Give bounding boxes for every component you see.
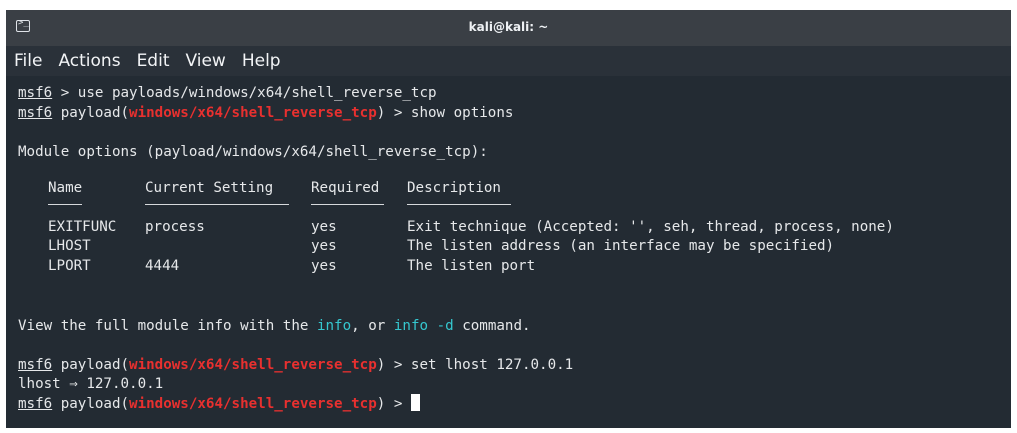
header-rule [311,204,384,205]
option-name: LPORT [48,258,91,274]
menu-actions[interactable]: Actions [58,51,120,71]
lhost-result: lhost ⇒ 127.0.0.1 [18,376,164,392]
option-description: Exit technique (Accepted: '', seh, threa… [407,219,894,235]
header-rule [145,204,289,205]
payload-name: windows/x64/shell_reverse_tcp [129,105,377,121]
msf-prompt: msf6 [18,396,53,412]
payload-name: windows/x64/shell_reverse_tcp [129,396,377,412]
payload-prefix: payload( [52,396,130,412]
option-required: yes [311,238,337,254]
terminal-window: >_ kali@kali: ~ File Actions Edit View H… [6,10,1011,428]
menu-bar: File Actions Edit View Help [6,46,1011,76]
option-required: yes [311,258,337,274]
option-name: LHOST [48,238,91,254]
option-required: yes [311,219,337,235]
info-command: info [316,318,352,334]
header-description: Description [407,180,501,196]
info-text: View the full module info with the [18,318,317,334]
msf-prompt: msf6 [18,85,53,101]
command-line-3: msf6 payload(windows/x64/shell_reverse_t… [18,355,573,375]
module-options-heading: Module options (payload/windows/x64/shel… [18,144,488,160]
command-text: ) > set lhost 127.0.0.1 [376,357,574,373]
info-d-command: info -d [393,318,454,334]
option-description: The listen address (an interface may be … [407,238,835,254]
header-required: Required [311,180,380,196]
option-setting: process [145,219,205,235]
command-text: > use payloads/windows/x64/shell_reverse… [52,85,437,101]
command-line-1: msf6 > use payloads/windows/x64/shell_re… [18,83,437,103]
msf-prompt: msf6 [18,105,53,121]
header-current-setting: Current Setting [145,180,274,196]
header-rule [407,204,511,205]
window-title: kali@kali: ~ [468,20,549,34]
info-text: command. [453,318,531,334]
header-rule [48,204,82,205]
menu-file[interactable]: File [14,51,42,71]
command-text: ) > show options [376,105,514,121]
msf-prompt: msf6 [18,357,53,373]
command-line-4[interactable]: msf6 payload(windows/x64/shell_reverse_t… [18,394,420,414]
payload-name: windows/x64/shell_reverse_tcp [129,357,377,373]
title-bar: >_ kali@kali: ~ [6,10,1011,46]
payload-prefix: payload( [52,357,130,373]
menu-view[interactable]: View [185,51,225,71]
command-text: ) > [376,396,411,412]
option-name: EXITFUNC [48,219,117,235]
option-setting: 4444 [145,258,180,274]
text-cursor [410,394,420,411]
info-hint-line: View the full module info with the info,… [18,316,531,336]
payload-prefix: payload( [52,105,130,121]
menu-help[interactable]: Help [242,51,281,71]
option-description: The listen port [407,258,536,274]
menu-edit[interactable]: Edit [137,51,170,71]
terminal-output[interactable]: msf6 > use payloads/windows/x64/shell_re… [6,76,1011,428]
info-text: , or [351,318,394,334]
header-name: Name [48,180,83,196]
command-line-2: msf6 payload(windows/x64/shell_reverse_t… [18,103,513,123]
